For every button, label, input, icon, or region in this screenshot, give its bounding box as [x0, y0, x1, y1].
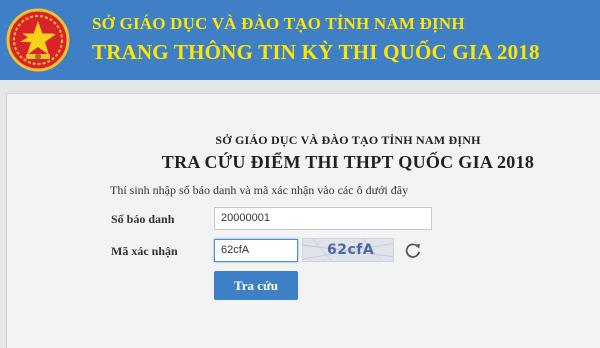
candidate-number-input[interactable]: 20000001: [214, 207, 432, 230]
page-title: TRA CỨU ĐIỂM THI THPT QUỐC GIA 2018: [0, 152, 600, 173]
captcha-image: 62cfA: [302, 238, 394, 262]
banner-org-name: SỞ GIÁO DỤC VÀ ĐÀO TẠO TỈNH NAM ĐỊNH: [92, 14, 465, 33]
banner-site-title: TRANG THÔNG TIN KỲ THI QUỐC GIA 2018: [92, 40, 540, 64]
search-button[interactable]: Tra cứu: [214, 271, 298, 300]
national-emblem-icon: [6, 8, 70, 72]
captcha-input[interactable]: 62cfA: [214, 239, 298, 262]
refresh-icon[interactable]: [404, 241, 422, 259]
header-banner: SỞ GIÁO DỤC VÀ ĐÀO TẠO TỈNH NAM ĐỊNH TRA…: [0, 0, 600, 80]
form-org-title-text: SỞ GIÁO DỤC VÀ ĐÀO TẠO TỈNH NAM ĐỊNH: [215, 133, 481, 147]
captcha-label: Mã xác nhận: [111, 244, 178, 258]
candidate-number-label: Số báo danh: [111, 212, 175, 226]
page-title-text: TRA CỨU ĐIỂM THI THPT QUỐC GIA 2018: [161, 152, 535, 172]
form-instruction: Thí sinh nhập số báo danh và mã xác nhận…: [110, 183, 409, 197]
form-org-title: SỞ GIÁO DỤC VÀ ĐÀO TẠO TỈNH NAM ĐỊNH: [0, 133, 600, 148]
captcha-text: 62cfA: [327, 242, 375, 258]
